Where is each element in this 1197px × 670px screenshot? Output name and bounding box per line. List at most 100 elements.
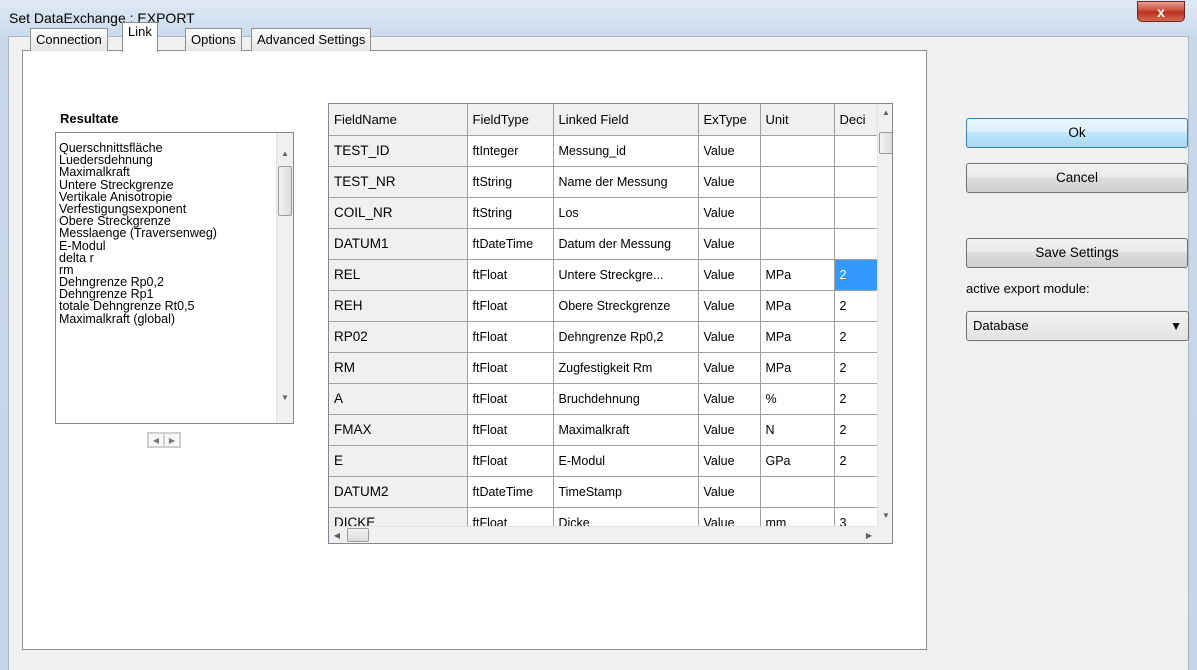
- grid-cell[interactable]: [834, 476, 878, 508]
- field-name-cell[interactable]: RM: [329, 352, 468, 384]
- list-item[interactable]: Maximalkraft: [59, 166, 269, 179]
- scroll-right-arrow-icon[interactable]: ▶: [861, 527, 877, 543]
- results-listbox[interactable]: Querschnittsfläche Luedersdehnung Maximalk…: [55, 132, 294, 424]
- tab-connection[interactable]: Connection: [30, 28, 108, 51]
- grid-cell[interactable]: Value: [698, 197, 761, 229]
- grid-cell[interactable]: ftFloat: [467, 290, 554, 322]
- column-header[interactable]: Unit: [760, 104, 835, 136]
- scroll-up-arrow-icon[interactable]: ▲: [878, 104, 892, 121]
- grid-cell[interactable]: Dehngrenze Rp0,2: [553, 321, 699, 353]
- grid-cell[interactable]: ftString: [467, 197, 554, 229]
- grid-cell[interactable]: 2: [834, 445, 878, 477]
- field-name-cell[interactable]: COIL_NR: [329, 197, 468, 229]
- table-row[interactable]: TEST_NR ftString Name der Messung Value: [329, 166, 878, 198]
- grid-vertical-scrollbar[interactable]: ▲ ▼: [877, 104, 892, 526]
- grid-cell[interactable]: N: [760, 414, 835, 446]
- grid-cell[interactable]: Value: [698, 445, 761, 477]
- column-header[interactable]: ExType: [698, 104, 761, 136]
- table-row[interactable]: DATUM1 ftDateTime Datum der Messung Value: [329, 228, 878, 260]
- grid-cell[interactable]: Messung_id: [553, 135, 699, 167]
- grid-cell[interactable]: %: [760, 383, 835, 415]
- grid-cell[interactable]: 2: [834, 259, 878, 291]
- grid-cell[interactable]: Value: [698, 414, 761, 446]
- grid-cell[interactable]: Value: [698, 290, 761, 322]
- scroll-left-arrow-icon[interactable]: ◀: [329, 527, 345, 543]
- grid-cell[interactable]: Value: [698, 383, 761, 415]
- grid-cell[interactable]: MPa: [760, 321, 835, 353]
- grid-cell[interactable]: ftFloat: [467, 259, 554, 291]
- grid-cell[interactable]: [760, 476, 835, 508]
- grid-cell[interactable]: 2: [834, 414, 878, 446]
- grid-cell[interactable]: [834, 135, 878, 167]
- scroll-right-arrow-icon[interactable]: ▶: [164, 433, 180, 447]
- grid-vscroll-thumb[interactable]: [879, 132, 892, 154]
- field-name-cell[interactable]: REL: [329, 259, 468, 291]
- grid-cell[interactable]: ftFloat: [467, 445, 554, 477]
- tab-options[interactable]: Options: [185, 28, 242, 51]
- grid-cell[interactable]: TimeStamp: [553, 476, 699, 508]
- cancel-button[interactable]: Cancel: [966, 163, 1188, 193]
- grid-cell[interactable]: Bruchdehnung: [553, 383, 699, 415]
- list-item[interactable]: Messlaenge (Traversenweg): [59, 227, 269, 240]
- results-vertical-scrollbar[interactable]: ▲ ▼: [276, 133, 293, 423]
- field-name-cell[interactable]: DATUM2: [329, 476, 468, 508]
- table-row[interactable]: AftFloat Bruchdehnung Value% 2: [329, 383, 878, 415]
- table-row[interactable]: TEST_ID ftInteger Messung_id Value: [329, 135, 878, 167]
- grid-cell[interactable]: Los: [553, 197, 699, 229]
- close-button[interactable]: x: [1137, 1, 1185, 22]
- table-row[interactable]: RM ftFloat Zugfestigkeit Rm Value MPa 2: [329, 352, 878, 384]
- save-settings-button[interactable]: Save Settings: [966, 238, 1188, 268]
- grid-cell[interactable]: Zugfestigkeit Rm: [553, 352, 699, 384]
- table-row[interactable]: RP02 ftFloat Dehngrenze Rp0,2 Value MPa 2: [329, 321, 878, 353]
- field-name-cell[interactable]: TEST_NR: [329, 166, 468, 198]
- grid-cell[interactable]: Value: [698, 259, 761, 291]
- grid-cell[interactable]: 2: [834, 352, 878, 384]
- grid-cell[interactable]: GPa: [760, 445, 835, 477]
- field-name-cell[interactable]: E: [329, 445, 468, 477]
- column-header[interactable]: FieldName: [329, 104, 468, 136]
- field-name-cell[interactable]: A: [329, 383, 468, 415]
- table-row[interactable]: FMAX ftFloat Maximalkraft Value N 2: [329, 414, 878, 446]
- grid-cell[interactable]: Obere Streckgrenze: [553, 290, 699, 322]
- grid-cell[interactable]: ftFloat: [467, 414, 554, 446]
- grid-cell[interactable]: E-Modul: [553, 445, 699, 477]
- table-row[interactable]: EftFloat E-Modul Value GPa 2: [329, 445, 878, 477]
- results-horizontal-scroller[interactable]: ◀ ▶: [147, 432, 181, 448]
- grid-cell[interactable]: Value: [698, 352, 761, 384]
- grid-cell[interactable]: [834, 166, 878, 198]
- list-item[interactable]: Untere Streckgrenze: [59, 178, 269, 191]
- field-name-cell[interactable]: FMAX: [329, 414, 468, 446]
- grid-cell[interactable]: 2: [834, 290, 878, 322]
- field-name-cell[interactable]: TEST_ID: [329, 135, 468, 167]
- table-row[interactable]: COIL_NR ftString Los Value: [329, 197, 878, 229]
- grid-cell[interactable]: [834, 197, 878, 229]
- field-name-cell[interactable]: DATUM1: [329, 228, 468, 260]
- grid-cell[interactable]: Value: [698, 321, 761, 353]
- scroll-up-arrow-icon[interactable]: ▲: [277, 145, 293, 162]
- scroll-left-arrow-icon[interactable]: ◀: [148, 433, 164, 447]
- list-item[interactable]: totale Dehngrenze Rt0,5: [59, 300, 269, 313]
- grid-cell[interactable]: Name der Messung: [553, 166, 699, 198]
- grid-cell[interactable]: ftDateTime: [467, 228, 554, 260]
- grid-cell[interactable]: Value: [698, 135, 761, 167]
- column-header[interactable]: Linked Field: [553, 104, 699, 136]
- field-link-grid[interactable]: FieldName FieldType Linked Field ExType Unit…: [328, 103, 893, 544]
- grid-cell[interactable]: [834, 228, 878, 260]
- table-row[interactable]: DATUM2 ftDateTime TimeStamp Value: [329, 476, 878, 508]
- grid-horizontal-scrollbar[interactable]: ◀ ▶: [329, 526, 877, 543]
- grid-cell[interactable]: ftFloat: [467, 321, 554, 353]
- tab-advanced-settings[interactable]: Advanced Settings: [251, 28, 372, 51]
- grid-cell[interactable]: ftDateTime: [467, 476, 554, 508]
- column-header[interactable]: FieldType: [467, 104, 554, 136]
- grid-cell[interactable]: [760, 166, 835, 198]
- results-scroll-thumb[interactable]: [278, 166, 292, 216]
- field-name-cell[interactable]: REH: [329, 290, 468, 322]
- list-item[interactable]: Maximalkraft (global): [59, 312, 269, 325]
- grid-cell[interactable]: MPa: [760, 290, 835, 322]
- scroll-down-arrow-icon[interactable]: ▼: [277, 389, 293, 406]
- field-name-cell[interactable]: RP02: [329, 321, 468, 353]
- grid-cell[interactable]: [760, 135, 835, 167]
- column-header[interactable]: Deci: [834, 104, 878, 136]
- list-item[interactable]: delta r: [59, 251, 269, 264]
- table-row[interactable]: REL ftFloat Untere Streckgre... Value MPa 2: [329, 259, 878, 291]
